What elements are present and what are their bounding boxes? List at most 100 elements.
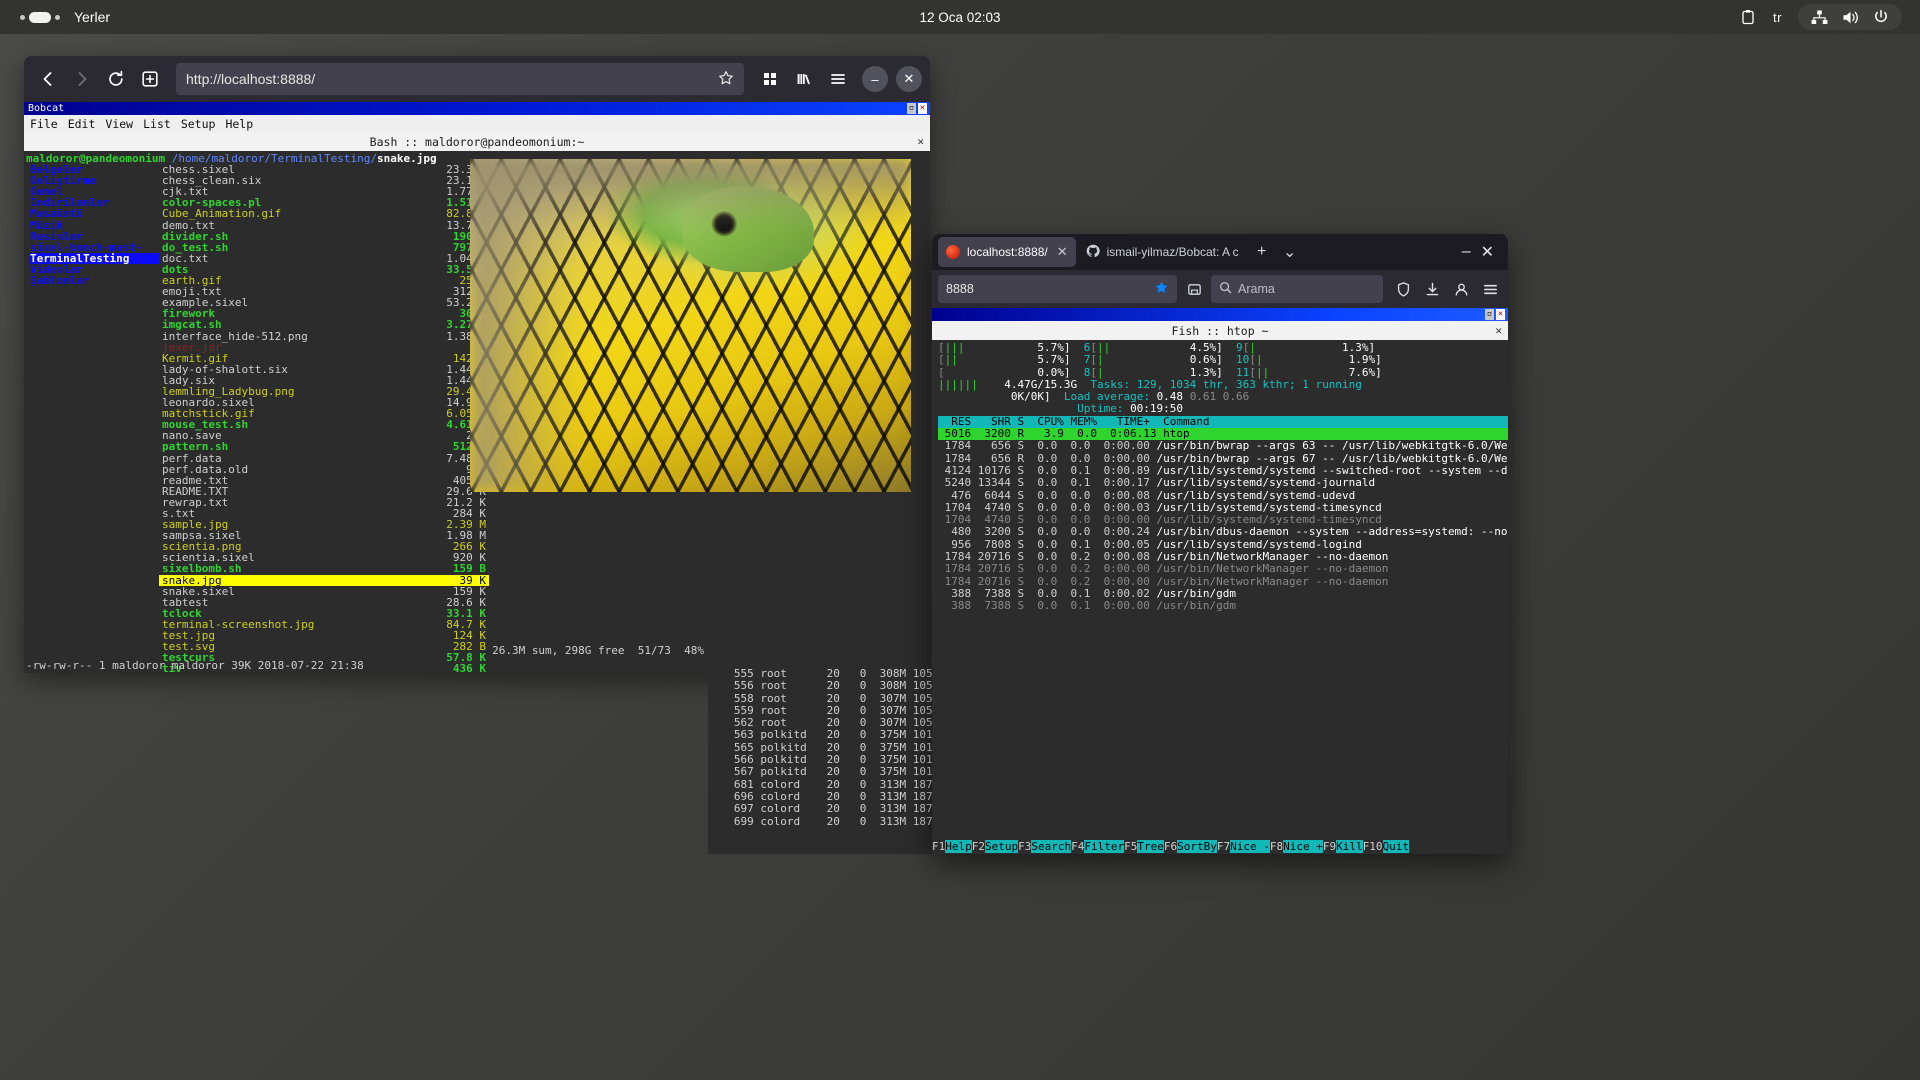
file-row[interactable]: do_test.sh797 B	[159, 242, 489, 253]
tab-localhost-close-icon[interactable]: ✕	[1057, 244, 1068, 260]
fn-key-tree[interactable]: Tree	[1137, 840, 1164, 853]
address-bar-right[interactable]: 8888	[938, 275, 1177, 303]
github-icon	[1086, 244, 1100, 261]
file-row[interactable]: chess_clean.six 23.1 K	[159, 175, 489, 186]
download-icon[interactable]	[1420, 277, 1444, 301]
system-menu[interactable]	[1798, 4, 1902, 30]
file-size: 39 K	[459, 573, 487, 587]
directory-item[interactable]: Müzik	[30, 219, 159, 230]
file-row[interactable]: rewrap.txt 21.2 K	[159, 497, 489, 508]
menu-icon[interactable]	[822, 63, 854, 95]
fn-key-filter[interactable]: Filter	[1084, 840, 1125, 853]
clock[interactable]: 12 Oca 02:03	[0, 10, 1920, 25]
htop-tab-close-icon[interactable]: ✕	[1495, 324, 1502, 337]
fn-key-kill[interactable]: Kill	[1336, 840, 1363, 853]
forward-icon[interactable]	[66, 63, 98, 95]
fn-key-search[interactable]: Search	[1031, 840, 1072, 853]
star-filled-icon[interactable]	[1154, 280, 1169, 298]
htop-content: [||| 5.7%] 6[|| 4.5%] 9[| 1.3%] [|| 5.7%]…	[932, 340, 1508, 854]
clipboard-icon[interactable]	[1739, 8, 1757, 26]
htop-close-button[interactable]: ✕	[1496, 309, 1505, 320]
fn-key-number: F8	[1269, 840, 1284, 853]
top-panel: Yerler 12 Oca 02:03 tr	[0, 0, 1920, 34]
keyboard-layout-indicator[interactable]: tr	[1773, 10, 1782, 25]
new-tab-button[interactable]: +	[1249, 239, 1275, 265]
address-bar-left[interactable]: http://localhost:8888/	[176, 63, 744, 95]
browser-window-left[interactable]: http://localhost:8888/ – ✕ Bobcat ▫ ✕ Fi…	[24, 56, 930, 673]
file-name: rewrap.txt	[162, 495, 229, 509]
star-icon[interactable]	[718, 70, 734, 89]
active-app-title[interactable]: Yerler	[74, 9, 110, 25]
close-button-right[interactable]: ✕	[1481, 242, 1494, 262]
bobcat-tabbar[interactable]: Bash :: maldoror@pandeomonium:~ ✕	[24, 132, 930, 151]
file-name: perf.data	[162, 451, 222, 465]
tab-list-chevron-down-icon[interactable]: ⌄	[1277, 239, 1303, 265]
snake-bokeh-left	[470, 159, 585, 492]
file-row[interactable]: snake.jpg 39 K	[159, 573, 489, 587]
grid-icon[interactable]	[754, 63, 786, 95]
directory-column[interactable]: Belgeler Geliştirme Genel İndirilenler Masaü…	[24, 164, 159, 673]
file-row[interactable]: interface_hide-512.png 1.38 K	[159, 330, 489, 341]
bobcat-tab-close-icon[interactable]: ✕	[917, 135, 924, 148]
save-page-icon[interactable]	[1181, 276, 1207, 302]
bobcat-restore-button[interactable]: ▫	[907, 103, 916, 114]
menu-view[interactable]: View	[105, 117, 133, 131]
file-row[interactable]: perf.data 7.48 K	[159, 451, 489, 465]
menu-file[interactable]: File	[30, 117, 58, 131]
directory-item[interactable]: Şablonlar	[30, 275, 159, 286]
htop-tabbar[interactable]: Fish :: htop ~ ✕	[932, 321, 1508, 340]
fn-key-sortby[interactable]: SortBy	[1177, 840, 1217, 853]
file-column[interactable]: chess.sixel 23.3 Kchess_clean.six 23.1 Kcj…	[159, 164, 489, 673]
file-name: doc.txt	[162, 251, 209, 265]
minimize-button-right[interactable]: –	[1462, 243, 1471, 261]
activities-button[interactable]	[20, 11, 60, 23]
network-icon	[1810, 8, 1828, 26]
account-icon[interactable]	[1449, 277, 1473, 301]
menu-setup[interactable]: Setup	[181, 117, 216, 131]
bobcat-terminal[interactable]: Bobcat ▫ ✕ File Edit View List Setup Hel…	[24, 102, 930, 673]
file-row[interactable]: demo.txt 13.7 K	[159, 218, 489, 232]
fn-key-nice[interactable]: Nice -	[1230, 840, 1270, 853]
menu-edit[interactable]: Edit	[68, 117, 96, 131]
file-row[interactable]: pattern.sh512 B	[159, 441, 489, 452]
file-row[interactable]: doc.txt 1.04 K	[159, 253, 489, 264]
directory-item[interactable]: Masaüstü	[30, 208, 159, 219]
file-size: 159 B	[452, 562, 486, 576]
htop-function-keys[interactable]: F1HelpF2SetupF3SearchF4FilterF5TreeF6Sor…	[932, 839, 1508, 854]
tab-localhost[interactable]: localhost:8888/ ✕	[938, 237, 1076, 267]
file-row[interactable]: Cube_Animation.gif 82.8 K	[159, 208, 489, 219]
back-icon[interactable]	[32, 63, 64, 95]
fn-key-nice[interactable]: Nice +	[1283, 840, 1323, 853]
fn-key-setup[interactable]: Setup	[985, 840, 1019, 853]
shield-icon[interactable]	[1391, 277, 1415, 301]
fn-key-number: F7	[1216, 840, 1231, 853]
file-row[interactable]: snake.sixel 159 K	[159, 586, 489, 597]
file-row[interactable]: imgcat.sh 3.27 K	[159, 319, 489, 330]
file-row[interactable]: sixelbomb.sh 159 B	[159, 563, 489, 574]
fn-key-number: F1	[932, 840, 946, 853]
bobcat-title-label: Bobcat	[28, 103, 65, 114]
reload-icon[interactable]	[100, 63, 132, 95]
fn-key-help[interactable]: Help	[945, 840, 972, 853]
browser-window-right[interactable]: localhost:8888/ ✕ ismail-yilmaz/Bobcat: …	[932, 234, 1508, 854]
fn-key-quit[interactable]: Quit	[1382, 840, 1409, 853]
browser-right-navbar: 8888 Arama	[932, 270, 1508, 308]
htop-terminal[interactable]: ▫ ✕ Fish :: htop ~ ✕ [||| 5.7%] 6[|| 4.5…	[932, 308, 1508, 854]
close-button-left[interactable]: ✕	[896, 66, 922, 92]
tab-bobcat-repo[interactable]: ismail-yilmaz/Bobcat: A c	[1078, 237, 1247, 267]
search-input[interactable]: Arama	[1211, 275, 1383, 303]
mc-file-manager[interactable]: maldoror@pandeomonium /home/maldoror/Ter…	[24, 151, 930, 673]
file-row[interactable]: tabtest 28.6 K	[159, 597, 489, 608]
menu-icon-right[interactable]	[1478, 277, 1502, 301]
menu-list[interactable]: List	[143, 117, 171, 131]
minimize-button-left[interactable]: –	[862, 66, 888, 92]
bobcat-titlebar: Bobcat ▫ ✕	[24, 102, 930, 115]
tab-bobcat-repo-title: ismail-yilmaz/Bobcat: A c	[1106, 245, 1239, 259]
new-tab-icon[interactable]	[134, 63, 166, 95]
menu-help[interactable]: Help	[225, 117, 253, 131]
htop-restore-button[interactable]: ▫	[1485, 309, 1494, 320]
file-name: demo.txt	[162, 218, 215, 232]
bobcat-close-button[interactable]: ✕	[918, 103, 927, 114]
prompt-file: snake.jpg	[377, 152, 437, 165]
library-icon[interactable]	[788, 63, 820, 95]
